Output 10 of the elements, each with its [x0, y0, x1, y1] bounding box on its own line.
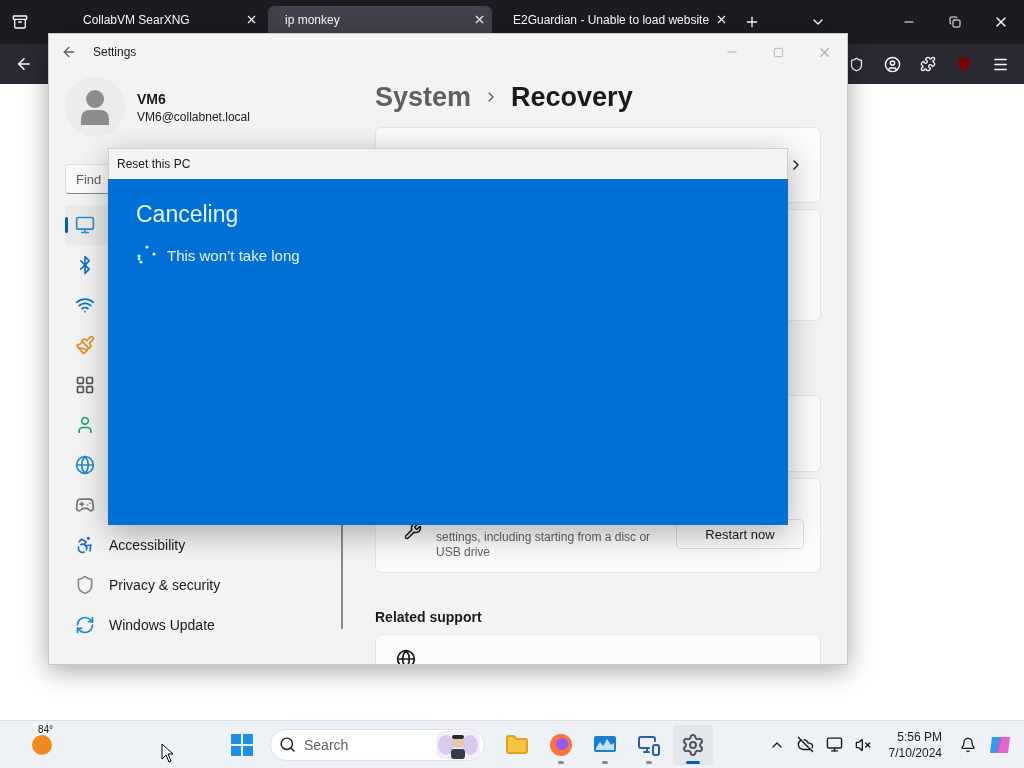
user-email: VM6@collabnet.local: [137, 109, 250, 124]
status-text: This won’t take long: [167, 246, 300, 264]
user-name: VM6: [137, 90, 167, 107]
window-title: Settings: [93, 45, 138, 59]
section-heading: Related support: [375, 608, 483, 627]
dialog-title: Reset this PC: [117, 157, 191, 171]
page-title: Recovery: [511, 81, 633, 113]
temperature: 84°: [38, 723, 54, 735]
option-description: settings, including starting from a disc or USB drive: [436, 530, 652, 561]
dialog-heading: Canceling: [136, 201, 240, 228]
